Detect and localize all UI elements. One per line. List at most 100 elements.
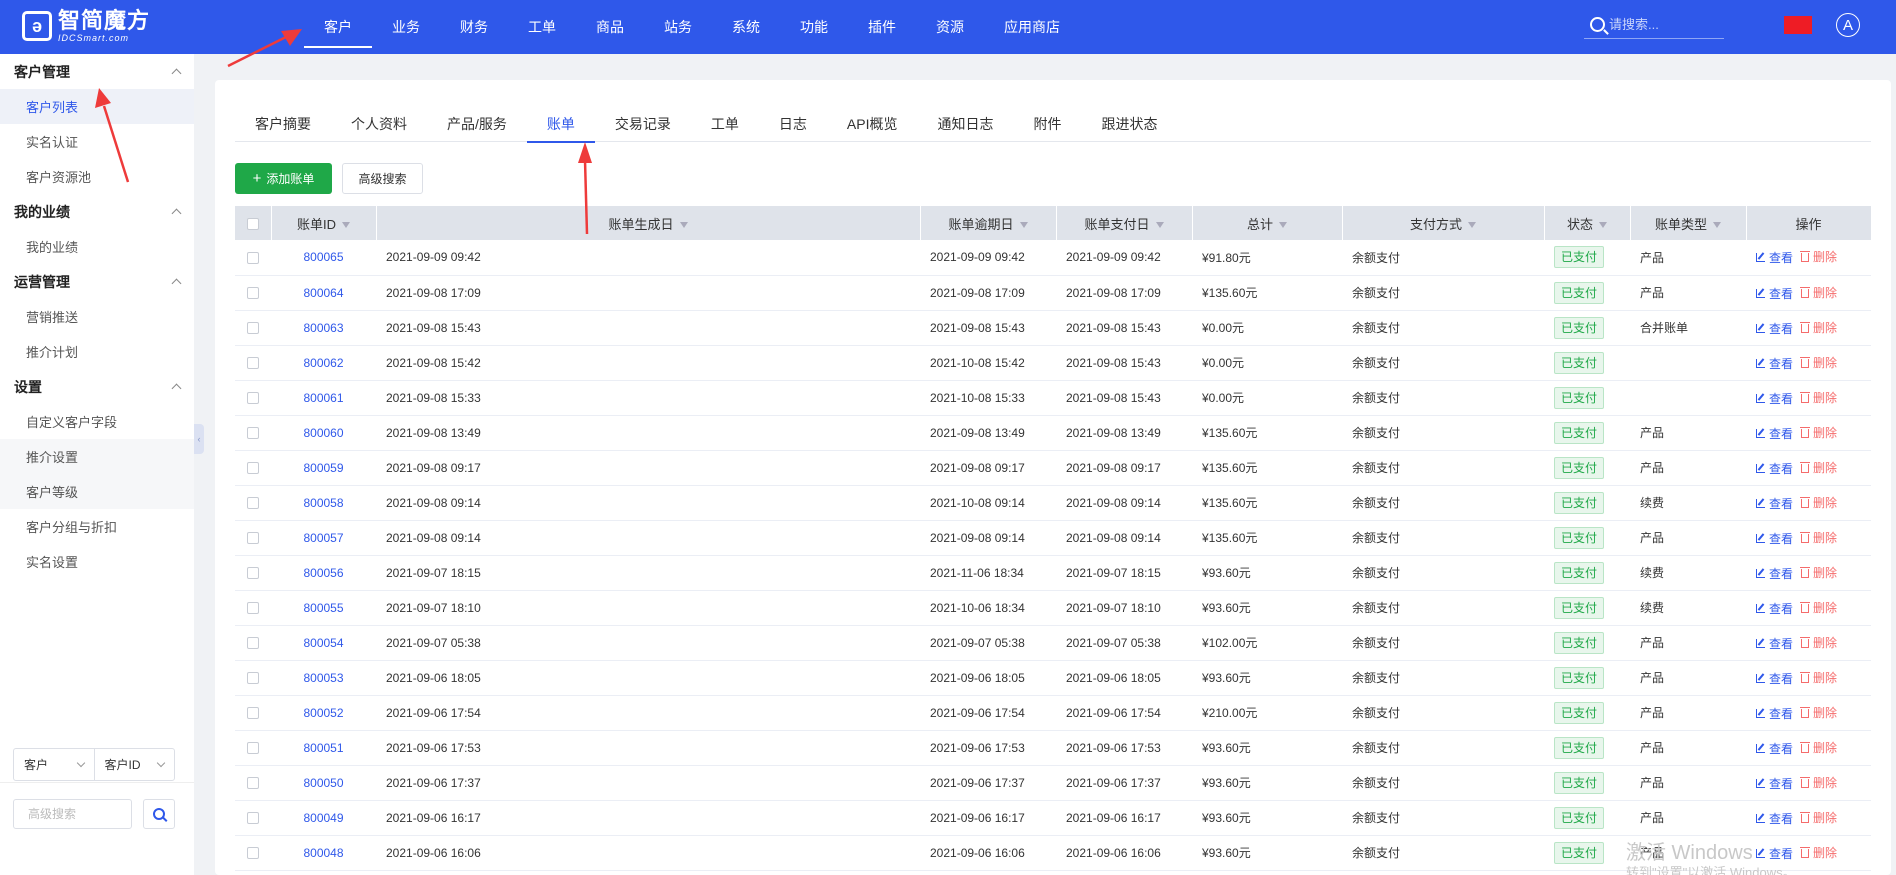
tab-6[interactable]: 日志 [759,106,827,142]
bill-id-link[interactable]: 800056 [303,566,343,580]
sidebar-item-3-4[interactable]: 实名设置 [0,544,194,579]
top-search-input[interactable] [1609,17,1719,32]
delete-button[interactable]: 删除 [1800,354,1837,371]
delete-button[interactable]: 删除 [1800,248,1837,265]
sort-icon[interactable] [1279,222,1287,229]
row-checkbox[interactable] [247,427,259,440]
delete-button[interactable]: 删除 [1800,669,1837,686]
sort-icon[interactable] [679,222,688,229]
sidebar-group-3[interactable]: 设置 [0,369,194,404]
row-checkbox[interactable] [247,637,259,650]
row-checkbox[interactable] [247,742,259,755]
row-checkbox[interactable] [247,322,259,335]
row-checkbox[interactable] [247,252,259,265]
view-button[interactable]: 查看 [1756,635,1793,652]
delete-button[interactable]: 删除 [1800,319,1837,336]
row-checkbox[interactable] [247,497,259,510]
sidebar-item-3-0[interactable]: 自定义客户字段 [0,404,194,439]
search-type-select[interactable]: 客户 [14,749,94,780]
delete-button[interactable]: 删除 [1800,634,1837,651]
view-button[interactable]: 查看 [1756,810,1793,827]
view-button[interactable]: 查看 [1756,285,1793,302]
brand-logo[interactable]: ə 智简魔方 IDCSmart.com [22,9,150,43]
delete-button[interactable]: 删除 [1800,284,1837,301]
add-bill-button[interactable]: + 添加账单 [235,163,332,194]
bill-id-link[interactable]: 800060 [303,426,343,440]
row-checkbox[interactable] [247,462,259,475]
view-button[interactable]: 查看 [1756,425,1793,442]
bill-id-link[interactable]: 800050 [303,776,343,790]
topnav-item-7[interactable]: 功能 [780,0,848,54]
search-field-select[interactable]: 客户ID [93,749,175,780]
view-button[interactable]: 查看 [1756,740,1793,757]
tab-9[interactable]: 附件 [1013,106,1081,142]
bill-id-link[interactable]: 800062 [303,356,343,370]
view-button[interactable]: 查看 [1756,460,1793,477]
bill-id-link[interactable]: 800061 [303,391,343,405]
delete-button[interactable]: 删除 [1800,424,1837,441]
top-search[interactable] [1584,11,1724,39]
row-checkbox[interactable] [247,567,259,580]
bill-id-link[interactable]: 800057 [303,531,343,545]
view-button[interactable]: 查看 [1756,530,1793,547]
delete-button[interactable]: 删除 [1800,459,1837,476]
row-checkbox[interactable] [247,392,259,405]
row-checkbox[interactable] [247,672,259,685]
row-checkbox[interactable] [247,847,259,860]
column-header-4[interactable]: 总计 [1192,206,1343,240]
bill-id-link[interactable]: 800058 [303,496,343,510]
topnav-item-5[interactable]: 站务 [644,0,712,54]
sidebar-item-2-1[interactable]: 推介计划 [0,334,194,369]
sort-icon[interactable] [1713,222,1721,229]
topnav-item-2[interactable]: 财务 [440,0,508,54]
bill-id-link[interactable]: 800053 [303,671,343,685]
view-button[interactable]: 查看 [1756,670,1793,687]
column-header-7[interactable]: 账单类型 [1630,206,1747,240]
tab-1[interactable]: 个人资料 [331,106,427,142]
sort-icon[interactable] [1019,222,1028,229]
tab-8[interactable]: 通知日志 [917,106,1013,142]
bill-id-link[interactable]: 800051 [303,741,343,755]
topnav-item-9[interactable]: 资源 [916,0,984,54]
sidebar-search[interactable] [13,799,132,829]
sidebar-group-2[interactable]: 运营管理 [0,264,194,299]
sort-icon[interactable] [1155,222,1164,229]
delete-button[interactable]: 删除 [1800,599,1837,616]
sidebar-item-0-1[interactable]: 实名认证 [0,124,194,159]
topnav-item-1[interactable]: 业务 [372,0,440,54]
view-button[interactable]: 查看 [1756,320,1793,337]
sidebar-item-3-2[interactable]: 客户等级 [0,474,194,509]
column-header-3[interactable]: 账单支付日 [1056,206,1193,240]
tab-4[interactable]: 交易记录 [595,106,691,142]
delete-button[interactable]: 删除 [1800,529,1837,546]
select-all-checkbox[interactable] [246,218,259,231]
sort-icon[interactable] [1599,222,1607,229]
row-checkbox[interactable] [247,812,259,825]
row-checkbox[interactable] [247,602,259,615]
row-checkbox[interactable] [247,707,259,720]
sidebar-item-0-2[interactable]: 客户资源池 [0,159,194,194]
column-header-1[interactable]: 账单生成日 [376,206,921,240]
bill-id-link[interactable]: 800065 [303,250,343,264]
sort-icon[interactable] [1468,222,1476,229]
column-header-2[interactable]: 账单逾期日 [920,206,1057,240]
row-checkbox[interactable] [247,532,259,545]
sidebar-group-1[interactable]: 我的业绩 [0,194,194,229]
column-header-0[interactable]: 账单ID [271,206,377,240]
bill-id-link[interactable]: 800059 [303,461,343,475]
language-flag-icon[interactable] [1784,16,1812,34]
delete-button[interactable]: 删除 [1800,809,1837,826]
topnav-item-3[interactable]: 工单 [508,0,576,54]
sidebar-collapse-handle[interactable]: ‹ [194,424,204,454]
bill-id-link[interactable]: 800063 [303,321,343,335]
sidebar-item-3-1[interactable]: 推介设置 [0,439,194,474]
view-button[interactable]: 查看 [1756,390,1793,407]
tab-3[interactable]: 账单 [526,106,595,143]
bill-id-link[interactable]: 800049 [303,811,343,825]
view-button[interactable]: 查看 [1756,845,1793,862]
bill-id-link[interactable]: 800054 [303,636,343,650]
view-button[interactable]: 查看 [1756,775,1793,792]
sidebar-item-3-3[interactable]: 客户分组与折扣 [0,509,194,544]
sidebar-item-2-0[interactable]: 营销推送 [0,299,194,334]
topnav-item-10[interactable]: 应用商店 [984,0,1080,54]
